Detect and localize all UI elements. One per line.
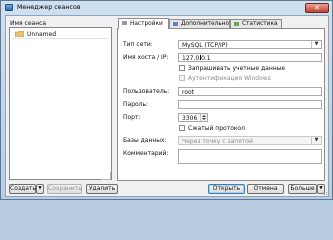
wrench-icon <box>173 22 178 26</box>
port-value: 3306 <box>182 115 198 122</box>
create-button[interactable]: Создать <box>9 184 36 194</box>
databases-placeholder: Через точку с запятой <box>182 138 253 145</box>
databases-input[interactable]: Через точку с запятой ▼ <box>178 136 322 145</box>
password-input[interactable] <box>178 100 322 109</box>
sessions-header: Имя сеанса <box>10 20 47 27</box>
close-button[interactable]: ✕ <box>305 3 329 13</box>
host-value: 127.0.0.1 <box>182 55 211 62</box>
session-list[interactable]: Unnamed <box>9 27 112 180</box>
windows-auth-checkbox[interactable] <box>179 75 185 81</box>
port-label: Порт: <box>123 114 141 121</box>
title-bar[interactable]: Менеджер сеансов ✕ <box>1 1 332 15</box>
create-dropdown-button[interactable]: ▼ <box>36 184 44 194</box>
chevron-down-icon: ▼ <box>38 186 42 191</box>
spinner-arrows-icon[interactable] <box>200 114 207 121</box>
host-input[interactable]: 127.0.0.1 <box>178 53 322 62</box>
settings-icon <box>122 21 127 25</box>
tab-settings[interactable]: Настройки <box>118 18 169 29</box>
session-manager-window: Менеджер сеансов ✕ Имя сеанса Unnamed На… <box>0 0 333 200</box>
windows-auth-label: Аутентификация Windows <box>188 75 271 82</box>
more-button[interactable]: Больше <box>288 184 317 194</box>
user-value: root <box>182 89 195 96</box>
port-spinner[interactable]: 3306 <box>178 113 208 122</box>
text-caret <box>200 55 201 60</box>
user-input[interactable]: root <box>178 87 322 96</box>
cancel-button[interactable]: Отмена <box>247 184 284 194</box>
chevron-down-icon: ▼ <box>311 137 321 144</box>
password-label: Пароль: <box>123 101 149 108</box>
host-label: Имя хоста / IP: <box>123 54 169 61</box>
open-button[interactable]: Открыть <box>208 184 245 194</box>
comment-label: Комментарий: <box>123 150 169 157</box>
tab-settings-label: Настройки <box>130 21 163 27</box>
tab-advanced-label: Дополнительно <box>181 21 230 27</box>
resize-grip-icon[interactable] <box>323 191 328 196</box>
prompt-credentials-checkbox[interactable] <box>179 65 185 71</box>
user-label: Пользователь: <box>123 88 170 95</box>
network-type-select[interactable]: MySQL (TCP/IP) ▼ <box>178 40 322 49</box>
chevron-down-icon: ▼ <box>311 41 321 48</box>
network-type-label: Тип сети: <box>123 41 153 48</box>
prompt-credentials-label: Запрашивать учетные данные <box>188 65 286 72</box>
databases-label: Базы данных: <box>123 137 167 144</box>
tab-statistics[interactable]: Статистика <box>230 19 282 28</box>
compressed-protocol-checkbox[interactable] <box>179 125 185 131</box>
compressed-protocol-label: Сжатый протокол <box>188 125 246 132</box>
statistics-icon <box>234 22 239 26</box>
delete-button[interactable]: Удалить <box>86 184 118 194</box>
list-corner <box>101 172 111 180</box>
network-type-value: MySQL (TCP/IP) <box>182 42 228 49</box>
save-button[interactable]: Сохранить <box>47 184 82 194</box>
app-icon <box>5 4 13 11</box>
tab-advanced[interactable]: Дополнительно <box>169 19 230 28</box>
comment-textarea[interactable] <box>178 149 322 164</box>
session-name: Unnamed <box>27 31 57 38</box>
folder-icon <box>15 31 24 37</box>
settings-panel: Тип сети: MySQL (TCP/IP) ▼ Имя хоста / I… <box>117 28 325 181</box>
list-item[interactable]: Unnamed <box>12 30 109 39</box>
dialog-client-area: Имя сеанса Unnamed Настройки Дополнитель… <box>5 15 329 197</box>
window-title: Менеджер сеансов <box>17 4 81 11</box>
tab-statistics-label: Статистика <box>242 21 278 27</box>
close-icon: ✕ <box>314 4 320 12</box>
